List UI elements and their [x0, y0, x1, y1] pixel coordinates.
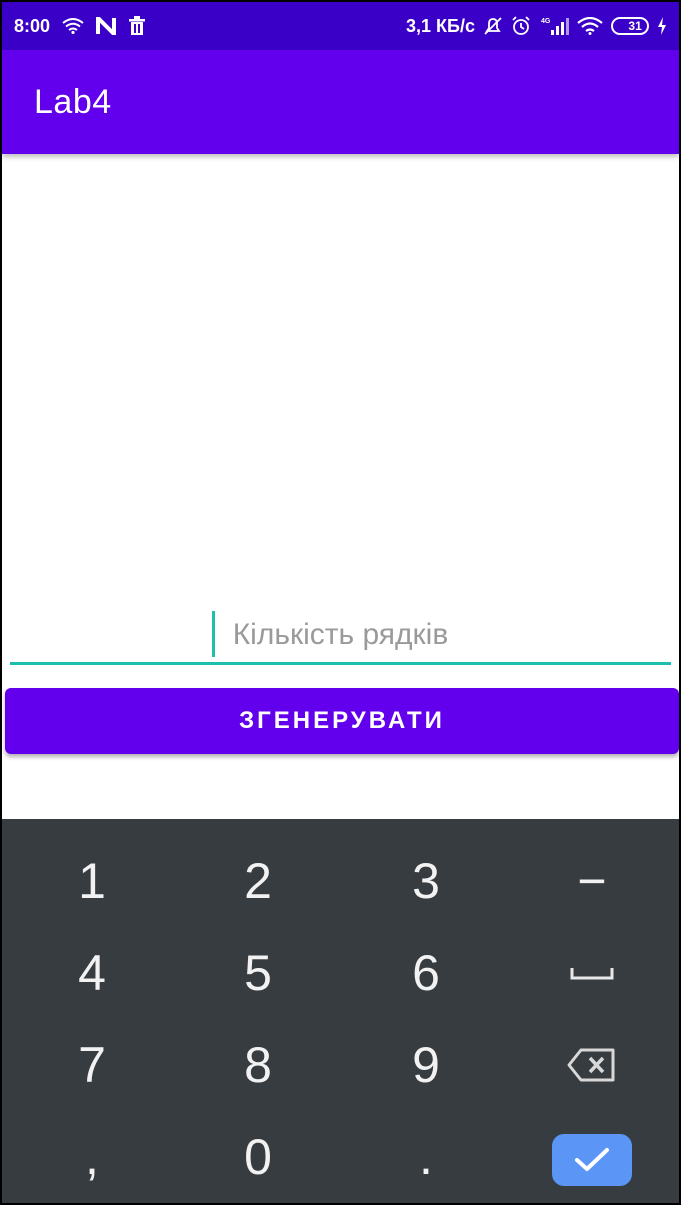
- keyboard-row-4: , 0 .: [2, 1111, 679, 1203]
- charging-icon: [657, 17, 667, 35]
- trash-icon: [128, 16, 146, 36]
- battery-icon: 31: [611, 17, 649, 35]
- app-bar: Lab4: [2, 50, 679, 154]
- alarm-icon: [511, 16, 531, 36]
- key-3[interactable]: 3: [342, 835, 510, 927]
- network-speed: 3,1 КБ/с: [406, 15, 475, 36]
- rows-count-input[interactable]: [10, 607, 671, 663]
- done-key[interactable]: [552, 1134, 632, 1186]
- wifi-icon: [62, 18, 84, 34]
- backspace-icon: [567, 1048, 615, 1082]
- key-comma[interactable]: ,: [8, 1111, 176, 1203]
- status-time: 8:00: [14, 15, 51, 36]
- rows-count-field-wrapper: [10, 607, 671, 665]
- numeric-keyboard: 1 2 3 − 4 5 6 7 8 9 , 0 .: [2, 819, 679, 1203]
- key-5[interactable]: 5: [174, 927, 342, 1019]
- key-6[interactable]: 6: [342, 927, 510, 1019]
- key-backspace[interactable]: [508, 1019, 676, 1111]
- key-space[interactable]: [508, 927, 676, 1019]
- screen: 8:00 3,1 КБ/с 4G 31 Lab4 Кількість рядкі…: [0, 0, 681, 1205]
- key-minus[interactable]: −: [508, 835, 676, 927]
- battery-level: 31: [628, 19, 642, 33]
- input-underline: [10, 662, 671, 665]
- keyboard-row-3: 7 8 9: [2, 1019, 679, 1111]
- checkmark-icon: [575, 1148, 609, 1171]
- space-icon: [570, 968, 614, 980]
- keyboard-row-1: 1 2 3 −: [2, 835, 679, 927]
- bell-off-icon: [483, 16, 503, 36]
- wifi-status-icon: [577, 17, 603, 35]
- status-bar: 8:00 3,1 КБ/с 4G 31: [2, 2, 679, 50]
- signal-icon: 4G: [539, 16, 569, 36]
- text-cursor: [212, 611, 215, 657]
- key-8[interactable]: 8: [174, 1019, 342, 1111]
- key-2[interactable]: 2: [174, 835, 342, 927]
- key-0[interactable]: 0: [174, 1111, 342, 1203]
- key-1[interactable]: 1: [8, 835, 176, 927]
- n-notification-icon: [96, 17, 117, 35]
- network-type: 4G: [541, 18, 551, 25]
- key-period[interactable]: .: [342, 1111, 510, 1203]
- app-title: Lab4: [34, 82, 112, 121]
- keyboard-row-2: 4 5 6: [2, 927, 679, 1019]
- generate-button[interactable]: ЗГЕНЕРУВАТИ: [5, 688, 679, 754]
- key-7[interactable]: 7: [8, 1019, 176, 1111]
- key-9[interactable]: 9: [342, 1019, 510, 1111]
- key-4[interactable]: 4: [8, 927, 176, 1019]
